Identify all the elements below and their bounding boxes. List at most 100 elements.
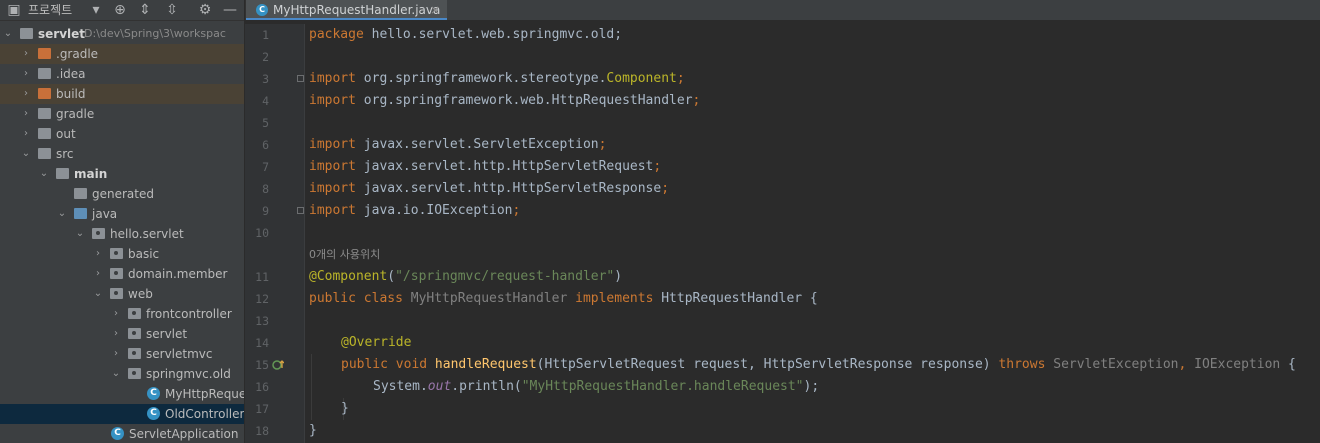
chevron-right-icon[interactable]: › bbox=[110, 344, 122, 364]
panel-title[interactable]: 프로젝트 bbox=[28, 0, 72, 20]
tree-item-springmvc-old[interactable]: ⌄ springmvc.old bbox=[0, 364, 244, 384]
code-line-12: public class MyHttpRequestHandler implem… bbox=[309, 291, 818, 306]
project-view-icon[interactable]: ▣ bbox=[6, 0, 22, 20]
project-toolbar: ▣ 프로젝트 ▾ ⊕ ⇕ ⇳ ⚙ — bbox=[0, 0, 244, 21]
chevron-right-icon[interactable]: › bbox=[92, 244, 104, 264]
tree-item-servlet-pkg[interactable]: › servlet bbox=[0, 324, 244, 344]
folder-icon bbox=[74, 188, 87, 199]
chevron-right-icon[interactable]: › bbox=[20, 44, 32, 64]
usages-inlay-hint[interactable]: 0개의 사용위치 bbox=[309, 244, 380, 266]
folder-icon bbox=[38, 108, 51, 119]
collapse-all-icon[interactable]: ⇳ bbox=[164, 0, 180, 20]
locate-icon[interactable]: ⊕ bbox=[112, 0, 128, 20]
expand-all-icon[interactable]: ⇕ bbox=[137, 0, 153, 20]
tree-item-label: basic bbox=[128, 247, 160, 261]
indent-guide bbox=[311, 354, 312, 420]
line-number: 13 bbox=[255, 314, 269, 328]
package-icon bbox=[110, 268, 123, 279]
package-icon bbox=[92, 228, 105, 239]
chevron-down-icon[interactable]: ⌄ bbox=[56, 204, 68, 224]
line-number: 14 bbox=[255, 336, 269, 350]
tree-item-oldcontroller[interactable]: C OldController bbox=[0, 404, 244, 424]
code-line-18: } bbox=[309, 423, 317, 438]
chevron-down-icon[interactable]: ⌄ bbox=[74, 224, 86, 244]
implements-method-icon[interactable] bbox=[272, 359, 284, 371]
package-icon bbox=[110, 288, 123, 299]
tree-item-servlet-project[interactable]: ⌄ servlet D:\dev\Spring\3\workspac bbox=[0, 24, 244, 44]
tree-item-gradle[interactable]: › gradle bbox=[0, 104, 244, 124]
project-path: D:\dev\Spring\3\workspac bbox=[84, 27, 226, 40]
chevron-right-icon[interactable]: › bbox=[110, 324, 122, 344]
package-icon bbox=[128, 308, 141, 319]
chevron-right-icon[interactable]: › bbox=[110, 304, 122, 324]
source-folder-icon bbox=[74, 208, 87, 219]
line-number: 2 bbox=[262, 50, 269, 64]
chevron-right-icon[interactable]: › bbox=[20, 104, 32, 124]
folder-icon bbox=[38, 88, 51, 99]
tree-item-java[interactable]: ⌄ java bbox=[0, 204, 244, 224]
code-line-17: } bbox=[341, 401, 349, 416]
package-icon bbox=[128, 348, 141, 359]
tree-item-hello-servlet[interactable]: ⌄ hello.servlet bbox=[0, 224, 244, 244]
line-number: 4 bbox=[262, 94, 269, 108]
tab-label: MyHttpRequestHandler.java bbox=[273, 3, 441, 17]
line-number: 3 bbox=[262, 72, 269, 86]
package-icon bbox=[128, 328, 141, 339]
class-icon: C bbox=[147, 407, 160, 420]
chevron-down-icon[interactable]: ▾ bbox=[88, 0, 104, 20]
line-number: 18 bbox=[255, 424, 269, 438]
gear-icon[interactable]: ⚙ bbox=[197, 0, 213, 20]
tree-item-frontcontroller[interactable]: › frontcontroller bbox=[0, 304, 244, 324]
class-icon: C bbox=[147, 387, 160, 400]
tree-item-domain-member[interactable]: › domain.member bbox=[0, 264, 244, 284]
folder-icon bbox=[38, 68, 51, 79]
code-editor[interactable]: 1 2 3 4 5 6 7 8 9 10 11 12 13 14 15 16 1… bbox=[245, 24, 1320, 443]
chevron-down-icon[interactable]: ⌄ bbox=[2, 24, 14, 44]
chevron-right-icon[interactable]: › bbox=[20, 124, 32, 144]
chevron-right-icon[interactable]: › bbox=[20, 84, 32, 104]
code-line-14: @Override bbox=[341, 335, 412, 350]
chevron-down-icon[interactable]: ⌄ bbox=[20, 144, 32, 164]
tree-item-myhttprequesthandler[interactable]: C MyHttpReques bbox=[0, 384, 244, 404]
code-area[interactable]: package hello.servlet.web.springmvc.old;… bbox=[309, 24, 1314, 443]
line-number: 5 bbox=[262, 116, 269, 130]
tree-item-servletmvc[interactable]: › servletmvc bbox=[0, 344, 244, 364]
line-number: 7 bbox=[262, 160, 269, 174]
tree-item-web[interactable]: ⌄ web bbox=[0, 284, 244, 304]
chevron-right-icon[interactable]: › bbox=[92, 264, 104, 284]
line-number: 17 bbox=[255, 402, 269, 416]
chevron-down-icon[interactable]: ⌄ bbox=[38, 164, 50, 184]
tree-item-label: hello.servlet bbox=[110, 227, 184, 241]
tree-item-label: main bbox=[74, 167, 108, 181]
tree-item-label: gradle bbox=[56, 107, 95, 121]
project-panel: ▣ 프로젝트 ▾ ⊕ ⇕ ⇳ ⚙ — ⌄ servlet D:\dev\Spri… bbox=[0, 0, 244, 443]
fold-marker-icon[interactable] bbox=[297, 207, 304, 214]
folder-icon bbox=[38, 148, 51, 159]
tree-item-basic[interactable]: › basic bbox=[0, 244, 244, 264]
line-number: 11 bbox=[255, 270, 269, 284]
chevron-down-icon[interactable]: ⌄ bbox=[110, 364, 122, 384]
tree-item-idea[interactable]: › .idea bbox=[0, 64, 244, 84]
package-icon bbox=[128, 368, 141, 379]
tree-item-servletapplication[interactable]: C ServletApplication bbox=[0, 424, 244, 443]
minimize-icon[interactable]: — bbox=[222, 0, 238, 20]
code-line-9: import java.io.IOException; bbox=[309, 203, 521, 218]
code-line-15: public void handleRequest(HttpServletReq… bbox=[341, 357, 1296, 372]
package-icon bbox=[110, 248, 123, 259]
tree-item-main[interactable]: ⌄ main bbox=[0, 164, 244, 184]
tree-item-label: MyHttpReques bbox=[165, 387, 244, 401]
chevron-down-icon[interactable]: ⌄ bbox=[92, 284, 104, 304]
tree-item-generated[interactable]: generated bbox=[0, 184, 244, 204]
tab-myhttprequesthandler[interactable]: C MyHttpRequestHandler.java × bbox=[246, 0, 447, 20]
tree-item-dot-gradle[interactable]: › .gradle bbox=[0, 44, 244, 64]
tree-item-build[interactable]: › build bbox=[0, 84, 244, 104]
tree-item-label: frontcontroller bbox=[146, 307, 232, 321]
tree-item-label: springmvc.old bbox=[146, 367, 231, 381]
fold-marker-icon[interactable] bbox=[297, 75, 304, 82]
tree-item-src[interactable]: ⌄ src bbox=[0, 144, 244, 164]
close-icon[interactable]: × bbox=[430, 0, 440, 20]
chevron-right-icon[interactable]: › bbox=[20, 64, 32, 84]
tree-item-label: src bbox=[56, 147, 74, 161]
tree-item-label: servlet bbox=[38, 27, 86, 41]
tree-item-out[interactable]: › out bbox=[0, 124, 244, 144]
